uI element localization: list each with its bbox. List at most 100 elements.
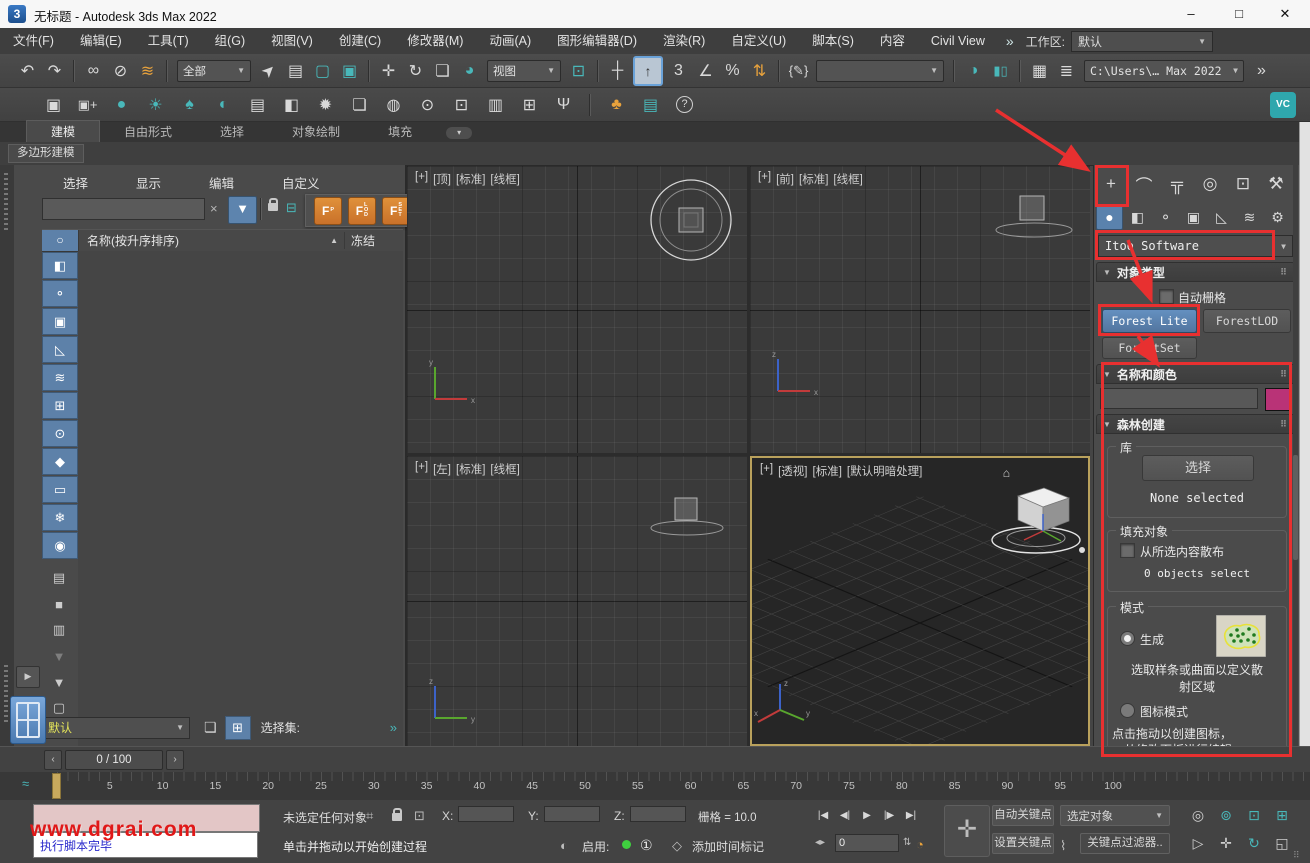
viewport-top[interactable]: [+][顶][标准][线框] yx <box>407 166 747 453</box>
add-camera-icon[interactable]: ▣+ <box>74 91 101 118</box>
rollout-name-color[interactable]: ▼ 名称和颜色 ⠿ <box>1096 364 1295 384</box>
viewport-top-label-2[interactable]: [标准] <box>456 171 485 187</box>
preset-dropdown[interactable]: 默认▼ <box>42 717 190 739</box>
fire-icon[interactable]: ✹ <box>312 91 339 118</box>
utilities-tab[interactable]: ⚒ <box>1263 169 1289 199</box>
ribbon-minimize-caret[interactable]: ▾ <box>446 127 472 139</box>
go-to-start-button[interactable]: |◀ <box>813 805 833 825</box>
icon-mode-radio[interactable] <box>1120 703 1135 718</box>
auto-key-button[interactable]: 自动关键点 <box>992 805 1054 826</box>
bind-to-spacewarp-icon[interactable]: ≋ <box>134 57 161 84</box>
selection-filter-dropdown[interactable]: 全部▼ <box>177 60 251 82</box>
scatter-from-selection-checkbox[interactable] <box>1120 543 1135 558</box>
select-object-icon[interactable]: ➤ <box>255 57 282 84</box>
transform-gizmo-icon[interactable]: ⌗ <box>366 808 373 824</box>
autogrid-checkbox[interactable] <box>1159 289 1174 304</box>
cameras-category-icon[interactable]: ▣ <box>1180 204 1207 230</box>
display-helpers-icon[interactable]: ◺ <box>42 336 78 363</box>
use-pivot-center-icon[interactable]: ⊡ <box>565 57 592 84</box>
viewport-front-label-1[interactable]: [前] <box>776 171 794 187</box>
orbit-icon[interactable]: ↻ <box>1244 833 1264 853</box>
forest-lite-button[interactable]: Forest Lite <box>1102 309 1197 333</box>
filter-funnel-icon[interactable]: ▼ <box>42 670 76 694</box>
project-folder-dropdown[interactable]: C:\Users\… Max 2022▼ <box>1084 60 1244 82</box>
window-crossing-icon[interactable]: ▣ <box>336 57 363 84</box>
object-name-field[interactable] <box>1100 388 1258 409</box>
rect-selection-region-icon[interactable]: ▢ <box>309 57 336 84</box>
display-lights-icon[interactable]: ⚬ <box>42 280 78 307</box>
display-bones-icon[interactable]: ◆ <box>42 448 78 475</box>
ribbon-tab-建模[interactable]: 建模 <box>26 120 100 142</box>
x-coordinate-field[interactable] <box>458 806 514 822</box>
object-color-swatch[interactable] <box>1265 388 1291 411</box>
scene-explorer-toggle-icon[interactable]: ▦ <box>1026 57 1053 84</box>
add-time-tag-label[interactable]: 添加时间标记 <box>692 838 764 855</box>
set-keys-button[interactable]: ✛ <box>944 805 990 857</box>
trackbar-curves-icon[interactable]: ≈ <box>22 776 29 791</box>
absolute-offset-toggle-icon[interactable]: ⊡ <box>414 808 425 824</box>
maximize-button[interactable]: □ <box>1216 0 1262 28</box>
angle-snap-icon[interactable]: ∠ <box>692 57 719 84</box>
viewport-front[interactable]: [+][前][标准][线框] zx <box>750 166 1090 453</box>
material-square-icon[interactable]: ■ <box>42 592 76 616</box>
modify-tab[interactable]: ⌒ <box>1131 169 1157 199</box>
menu-item-组(G)[interactable]: 组(G) <box>202 28 259 54</box>
note-list-icon[interactable]: ▥ <box>42 618 76 642</box>
menu-item-脚本(S)[interactable]: 脚本(S) <box>799 28 867 54</box>
zoom-all-icon[interactable]: ⊚ <box>1216 805 1236 825</box>
close-button[interactable]: ✕ <box>1262 0 1308 28</box>
scene-object-cube-front[interactable] <box>988 184 1084 256</box>
ribbon-tab-填充[interactable]: 填充 <box>364 121 436 142</box>
menu-item-修改器(M)[interactable]: 修改器(M) <box>394 28 476 54</box>
hierarchy-tab[interactable]: ╦ <box>1164 169 1190 199</box>
render-frame-icon[interactable]: ▥ <box>482 91 509 118</box>
one-badge-icon[interactable]: ① <box>640 837 653 854</box>
snap-cross-icon[interactable]: ┼ <box>604 57 631 84</box>
menu-item-文件(F)[interactable]: 文件(F) <box>0 28 67 54</box>
select-and-link-icon[interactable]: ∞ <box>80 57 107 84</box>
search-input[interactable] <box>42 198 205 220</box>
lock-cell-icon[interactable] <box>268 203 278 211</box>
motion-tab[interactable]: ◎ <box>1197 169 1223 199</box>
select-and-place-icon[interactable]: ◕ <box>456 57 483 84</box>
time-slider-display[interactable]: 0 / 100 <box>65 750 163 770</box>
library-select-button[interactable]: 选择 <box>1142 455 1254 481</box>
named-sets-dropdown[interactable]: ▼ <box>816 60 944 82</box>
display-containers-icon[interactable]: ▭ <box>42 476 78 503</box>
frame-spinner[interactable]: ⇅ <box>903 837 911 848</box>
light-icon[interactable]: ● <box>108 91 135 118</box>
expand-panel-arrow-button[interactable]: ▶ <box>16 666 40 688</box>
spacewarps-category-icon[interactable]: ≋ <box>1236 204 1263 230</box>
dock-handle[interactable] <box>4 665 8 725</box>
help-icon[interactable]: ? <box>671 91 698 118</box>
viewport-left-label-0[interactable]: [+] <box>415 461 428 477</box>
scene-object-forest-gizmo-top[interactable] <box>635 166 747 278</box>
select-and-move-icon[interactable]: ✛ <box>375 57 402 84</box>
display-cameras-icon[interactable]: ▣ <box>42 308 78 335</box>
menu-item-渲染(R)[interactable]: 渲染(R) <box>650 28 718 54</box>
set-key-button[interactable]: 设置关键点 <box>992 833 1054 854</box>
display-groups-icon[interactable]: ⊞ <box>42 392 78 419</box>
zoom-icon[interactable]: ◎ <box>1188 805 1208 825</box>
edit-named-sets-icon[interactable]: {✎} <box>785 57 812 84</box>
viewport-persp-label-0[interactable]: [+] <box>760 463 773 479</box>
ribbon-tab-对象绘制[interactable]: 对象绘制 <box>268 121 364 142</box>
window-icon[interactable]: ⊡ <box>448 91 475 118</box>
align-icon[interactable]: ▮▯ <box>987 57 1014 84</box>
tab-poly-modeling[interactable]: 多边形建模 <box>8 144 84 163</box>
rollout-forest-creation[interactable]: ▼ 森林创建 ⠿ <box>1096 414 1295 434</box>
menu-item-视图(V)[interactable]: 视图(V) <box>258 28 326 54</box>
display-shapes-icon[interactable]: ◧ <box>42 252 78 279</box>
rollout-object-type[interactable]: ▼ 对象类型 ⠿ <box>1096 262 1295 282</box>
row-type-column-header[interactable]: ○ <box>42 230 79 251</box>
sun-icon[interactable]: ☀ <box>142 91 169 118</box>
field-of-view-icon[interactable]: ▷ <box>1188 833 1208 853</box>
spinner-snap-icon[interactable]: ⇅ <box>746 57 773 84</box>
play-button[interactable]: ▶ <box>857 805 877 825</box>
maximize-viewport-icon[interactable]: ◱ <box>1272 833 1292 853</box>
y-coordinate-field[interactable] <box>544 806 600 822</box>
sort-ascending-icon[interactable]: ▲ <box>330 236 344 245</box>
time-tag-icon[interactable]: ◇ <box>672 838 682 854</box>
key-mode-toggle-icon[interactable]: ◂▸ <box>815 837 825 848</box>
redo-icon[interactable]: ↷ <box>41 57 68 84</box>
